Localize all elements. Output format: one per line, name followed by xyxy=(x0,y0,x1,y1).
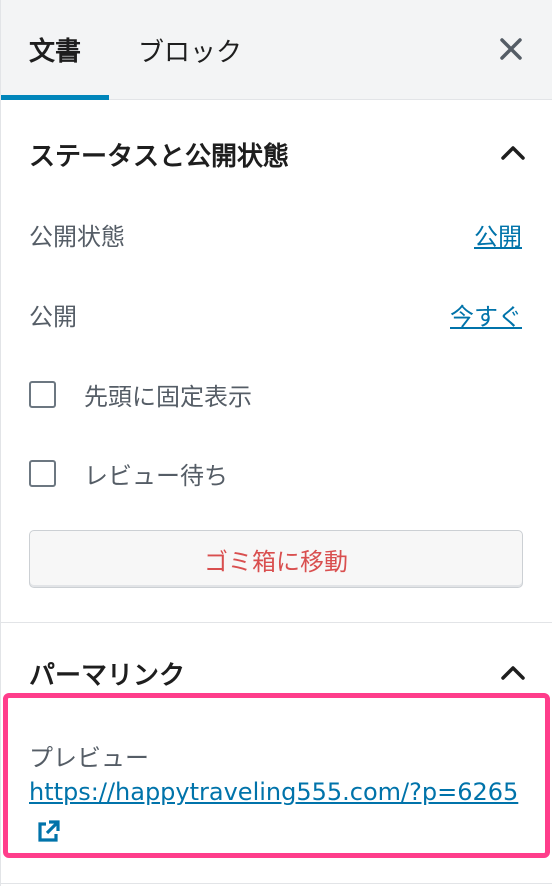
tab-document[interactable]: 文書 xyxy=(1,0,109,100)
external-link-icon[interactable] xyxy=(35,819,61,845)
permalink-url-link[interactable]: https://happytraveling555.com/?p=6265 xyxy=(29,778,518,806)
tab-block-label: ブロック xyxy=(137,37,242,68)
sticky-option[interactable]: 先頭に固定表示 xyxy=(29,377,252,412)
chevron-up-icon[interactable] xyxy=(500,665,526,681)
status-panel-title[interactable]: ステータスと公開状態 xyxy=(29,136,289,173)
pending-review-checkbox[interactable] xyxy=(29,460,56,487)
preview-label: プレビュー xyxy=(29,744,149,772)
permalink-panel: パーマリンク プレビュー https://happytraveling555.c… xyxy=(1,623,552,884)
highlight-annotation-box xyxy=(3,693,550,858)
tab-document-label: 文書 xyxy=(28,36,81,67)
visibility-toggle-link[interactable]: 公開 xyxy=(474,217,522,252)
document-settings-sidebar: 文書 ブロック ステータスと公開状態 公開状態 公開 公開 今すぐ 先頭に固定表… xyxy=(0,0,552,886)
tab-block[interactable]: ブロック xyxy=(125,0,255,100)
sticky-checkbox-label[interactable]: 先頭に固定表示 xyxy=(84,377,252,412)
sticky-checkbox[interactable] xyxy=(29,381,56,408)
chevron-up-icon[interactable] xyxy=(500,145,526,161)
visibility-label: 公開状態 xyxy=(29,223,125,251)
publish-date-link[interactable]: 今すぐ xyxy=(450,297,522,332)
move-to-trash-label: ゴミ箱に移動 xyxy=(204,547,348,576)
permalink-panel-title[interactable]: パーマリンク xyxy=(29,655,185,692)
publish-label: 公開 xyxy=(29,303,77,331)
pending-review-option[interactable]: レビュー待ち xyxy=(29,456,228,491)
move-to-trash-button[interactable]: ゴミ箱に移動 xyxy=(29,530,523,588)
status-visibility-panel: ステータスと公開状態 公開状態 公開 公開 今すぐ 先頭に固定表示 レビュー待ち… xyxy=(1,100,552,623)
pending-review-checkbox-label[interactable]: レビュー待ち xyxy=(84,456,228,491)
close-icon[interactable] xyxy=(496,34,526,64)
sidebar-tabs: 文書 ブロック xyxy=(1,0,552,100)
